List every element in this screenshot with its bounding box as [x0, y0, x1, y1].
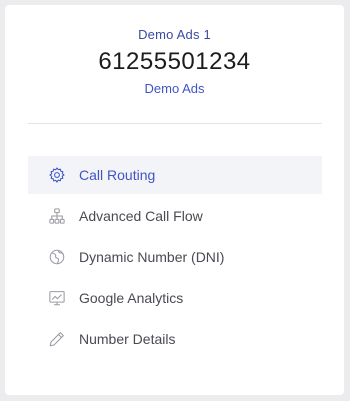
pencil-icon [48, 330, 66, 348]
analytics-chart-icon [48, 289, 66, 307]
menu-item-advanced-call-flow[interactable]: Advanced Call Flow [28, 197, 322, 235]
menu-item-label: Dynamic Number (DNI) [79, 249, 225, 265]
menu-item-label: Advanced Call Flow [79, 208, 203, 224]
menu-item-label: Google Analytics [79, 290, 184, 306]
menu-item-label: Number Details [79, 331, 176, 347]
sitemap-icon [48, 207, 66, 225]
globe-icon [48, 248, 66, 266]
gear-icon [48, 166, 66, 184]
settings-menu: Call Routing Advanced Call Flow Dynamic … [28, 156, 322, 361]
phone-number: 61255501234 [98, 48, 251, 75]
menu-item-dynamic-number[interactable]: Dynamic Number (DNI) [28, 238, 322, 276]
menu-item-call-routing[interactable]: Call Routing [28, 156, 322, 194]
menu-item-number-details[interactable]: Number Details [28, 320, 322, 358]
campaign-link[interactable]: Demo Ads [5, 81, 344, 96]
menu-item-label: Call Routing [79, 167, 156, 183]
number-card: Demo Ads 1 61255501234 Demo Ads Call Rou… [5, 5, 344, 395]
divider [28, 123, 322, 124]
account-name: Demo Ads 1 [138, 27, 211, 42]
menu-item-google-analytics[interactable]: Google Analytics [28, 279, 322, 317]
